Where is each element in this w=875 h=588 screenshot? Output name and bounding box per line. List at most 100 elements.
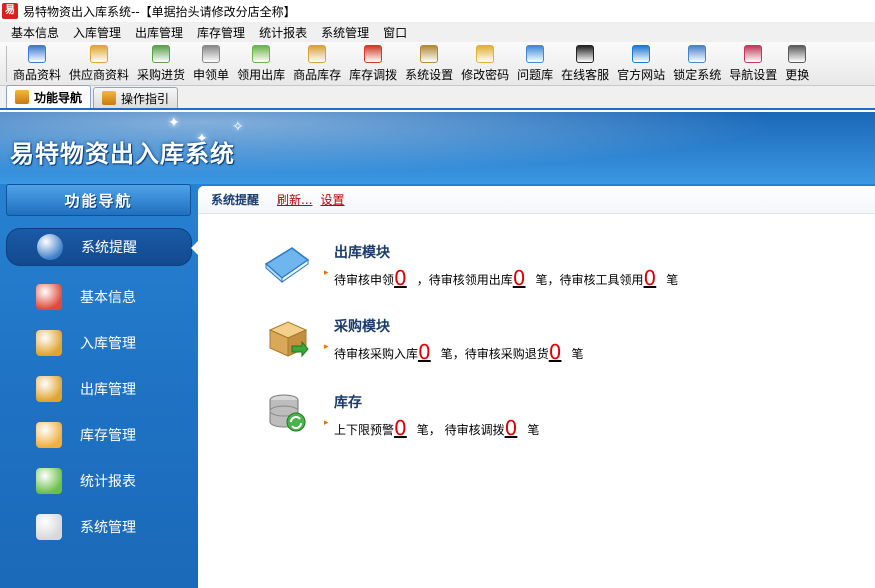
- sidebar-item-label: 系统提醒: [81, 240, 137, 256]
- menu-reports[interactable]: 统计报表: [252, 24, 314, 41]
- nav-settings-icon: [744, 45, 763, 63]
- refresh-link[interactable]: 刷新...: [277, 191, 312, 208]
- summary-text: 笔， 待审核调拨: [416, 423, 505, 437]
- toolbar-button[interactable]: 在线客服: [557, 42, 613, 83]
- summary-text: 待审核申领: [334, 273, 395, 287]
- sidebar-item-label: 库存管理: [80, 428, 136, 444]
- toolbar-button-label: 申领单: [193, 68, 230, 82]
- pending-count[interactable]: 0: [644, 268, 667, 288]
- arrow-icon: ▸: [324, 418, 329, 428]
- toolbar-button-label: 采购进货: [137, 68, 186, 82]
- toolbar-button[interactable]: 系统设置: [401, 42, 457, 83]
- banner: ✦ ✦ ✧ 易特物资出入库系统: [0, 112, 875, 184]
- toolbar-button[interactable]: 采购进货: [133, 42, 189, 83]
- menu-system[interactable]: 系统管理: [314, 24, 376, 41]
- nav-tab-icon: [15, 90, 29, 104]
- toolbar-button-label: 供应商资料: [69, 68, 130, 82]
- box-in-icon: [36, 330, 62, 356]
- toolbar-button[interactable]: 锁定系统: [669, 42, 725, 83]
- main-area: ✦ ✦ ✧ 易特物资出入库系统 功能导航 系统提醒 基本信息 入库管理 出库管理 库存管…: [0, 112, 875, 588]
- sidebar-item[interactable]: 统计报表: [6, 458, 198, 504]
- sidebar-item[interactable]: 入库管理: [6, 320, 198, 366]
- supplier-icon: [90, 45, 109, 63]
- summary-text: 上下限预警: [334, 423, 395, 437]
- summary-text: 笔: [527, 423, 540, 437]
- toolbar-button[interactable]: 官方网站: [613, 42, 669, 83]
- sidebar-item[interactable]: 系统提醒: [6, 228, 199, 266]
- menu-window[interactable]: 窗口: [376, 24, 414, 41]
- tab-label: 功能导航: [34, 90, 83, 105]
- product-icon: [28, 45, 46, 63]
- tab-operation-guide[interactable]: 操作指引: [93, 87, 179, 108]
- pending-count[interactable]: 0: [394, 418, 417, 438]
- pending-count[interactable]: 0: [394, 268, 417, 288]
- lock-icon: [688, 45, 707, 63]
- app-logo-icon: 易: [2, 3, 18, 19]
- menu-outbound[interactable]: 出库管理: [128, 24, 190, 41]
- menu-inventory[interactable]: 库存管理: [190, 24, 252, 41]
- bar-chart-icon: [36, 468, 62, 494]
- banner-title: 易特物资出入库系统: [10, 140, 235, 168]
- tab-strip: 功能导航 操作指引: [0, 85, 875, 110]
- summary-text: 笔: [666, 273, 679, 287]
- toolbar-button[interactable]: 修改密码: [457, 42, 513, 83]
- sidebar-item[interactable]: 基本信息: [6, 274, 198, 320]
- panel-title: 系统提醒: [211, 193, 260, 207]
- pending-count[interactable]: 0: [505, 418, 528, 438]
- summary-text: 笔，待审核采购退货: [440, 347, 549, 361]
- tab-label: 操作指引: [121, 91, 170, 106]
- toolbar-button[interactable]: 商品资料: [9, 42, 65, 83]
- toolbar-button-label: 商品资料: [13, 68, 62, 82]
- pending-count[interactable]: 0: [418, 342, 441, 362]
- toolbar-button-label: 问题库: [517, 68, 554, 82]
- sidebar-item-label: 系统管理: [80, 520, 136, 536]
- arrow-icon: ▸: [324, 342, 329, 352]
- sidebar-item-label: 基本信息: [80, 290, 136, 306]
- arrow-icon: ▸: [324, 268, 329, 278]
- stock-icon: [308, 45, 327, 63]
- guide-tab-icon: [102, 91, 117, 105]
- sidebar-item-label: 统计报表: [80, 474, 136, 490]
- sidebar-item[interactable]: 系统管理: [6, 504, 198, 550]
- reminder-panel: 系统提醒 刷新... 设置 出库模块 ▸ 待审核申领 0 ，待审核领用出库 0 笔，待审…: [198, 186, 875, 588]
- module-title: 库存: [334, 395, 362, 411]
- toolbar-button[interactable]: 领用出库: [233, 42, 289, 83]
- toolbar-button[interactable]: 供应商资料: [65, 42, 133, 83]
- pending-count[interactable]: 0: [549, 342, 572, 362]
- toolbar-button-label: 系统设置: [405, 68, 454, 82]
- toolbar-button-label: 导航设置: [729, 68, 778, 82]
- question-icon: [526, 45, 545, 63]
- tools-icon: [36, 514, 62, 540]
- purchase-icon: [152, 45, 171, 63]
- settings-link[interactable]: 设置: [320, 191, 344, 208]
- sparkle-icon: ✧: [232, 119, 244, 135]
- menu-inbound[interactable]: 入库管理: [66, 24, 128, 41]
- panel-header: 系统提醒 刷新... 设置: [198, 186, 875, 214]
- password-icon: [476, 45, 495, 63]
- tab-function-nav[interactable]: 功能导航: [6, 85, 92, 108]
- toolbar-button-label: 官方网站: [617, 68, 666, 82]
- sidebar-item[interactable]: 出库管理: [6, 366, 198, 412]
- qq-icon: [576, 45, 595, 63]
- menu-basic-info[interactable]: 基本信息: [4, 24, 66, 41]
- pending-count[interactable]: 0: [513, 268, 536, 288]
- summary-text: 待审核采购入库: [334, 347, 419, 361]
- sidebar: 功能导航 系统提醒 基本信息 入库管理 出库管理 库存管理 统计报表 系统管理: [0, 184, 199, 588]
- module-summary: 待审核采购入库 0 笔，待审核采购退货 0 笔: [334, 342, 584, 362]
- toolbar-button[interactable]: 导航设置: [725, 42, 781, 83]
- summary-text: ，待审核领用出库: [416, 273, 513, 287]
- title-bar: 易 易特物资出入库系统--【单据抬头请修改分店全称】: [0, 0, 875, 22]
- switch-icon: [788, 45, 807, 63]
- toolbar-button-label: 商品库存: [293, 68, 342, 82]
- summary-text: 笔: [571, 347, 584, 361]
- toolbar-button[interactable]: 库存调拨: [345, 42, 401, 83]
- toolbar-button[interactable]: 更换: [781, 42, 813, 83]
- toolbar-button[interactable]: 商品库存: [289, 42, 345, 83]
- module-summary: 待审核申领 0 ，待审核领用出库 0 笔，待审核工具领用 0 笔: [334, 268, 678, 288]
- sidebar-item[interactable]: 库存管理: [6, 412, 198, 458]
- summary-text: 笔，待审核工具领用: [535, 273, 644, 287]
- box-out-icon: [36, 376, 62, 402]
- toolbar-button[interactable]: 问题库: [513, 42, 557, 83]
- toolbar-button[interactable]: 申领单: [189, 42, 233, 83]
- toolbar-button-label: 领用出库: [237, 68, 286, 82]
